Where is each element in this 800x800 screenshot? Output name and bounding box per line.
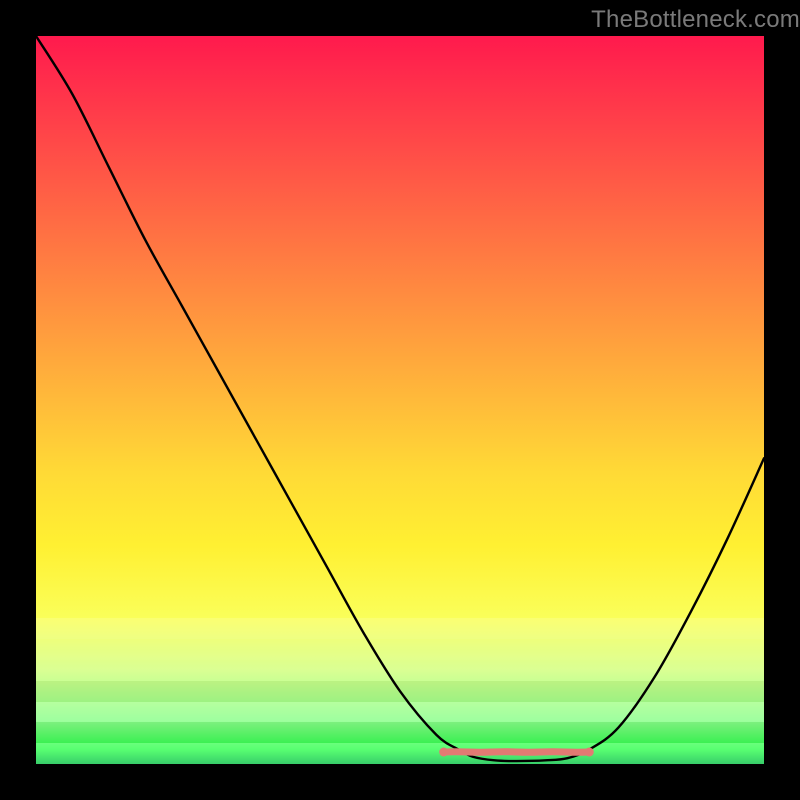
plot-area (36, 36, 764, 764)
chart-svg (36, 36, 764, 764)
watermark-text: TheBottleneck.com (591, 6, 800, 34)
bottleneck-curve (36, 36, 764, 761)
optimal-band-dot-right (585, 748, 594, 757)
optimal-band-marker (444, 752, 590, 753)
optimal-band-dot-left (439, 748, 448, 757)
plot-frame (36, 36, 764, 764)
